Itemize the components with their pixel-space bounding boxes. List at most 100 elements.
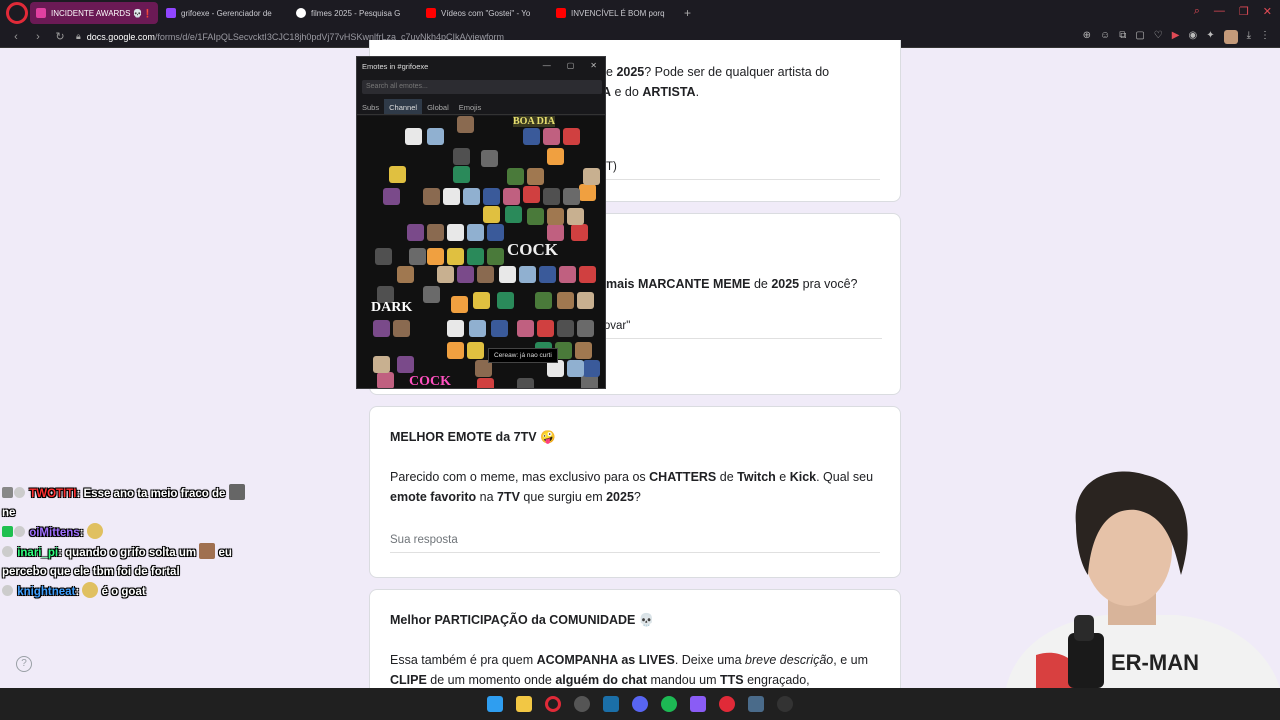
emote-thumbnail[interactable] <box>473 292 490 309</box>
tab-grifoexe[interactable]: grifoexe - Gerenciador de <box>160 2 288 24</box>
obs-icon[interactable] <box>574 696 590 712</box>
emote-thumbnail[interactable] <box>579 184 596 201</box>
emote-thumbnail[interactable] <box>575 342 592 359</box>
maximize-icon[interactable]: ❐ <box>1239 5 1249 18</box>
emote-thumbnail[interactable] <box>537 320 554 337</box>
emote-thumbnail[interactable] <box>523 186 540 203</box>
emote-thumbnail[interactable] <box>579 266 596 283</box>
tab-emojis[interactable]: Emojis <box>454 99 487 114</box>
emote-thumbnail[interactable] <box>497 292 514 309</box>
emote-thumbnail[interactable] <box>491 320 508 337</box>
emote-thumbnail[interactable] <box>507 168 524 185</box>
emote-thumbnail[interactable] <box>373 320 390 337</box>
emote-thumbnail[interactable] <box>583 168 600 185</box>
emote-thumbnail[interactable] <box>397 266 414 283</box>
eye-icon[interactable]: ◉ <box>1188 30 1197 44</box>
emote-thumbnail[interactable] <box>483 188 500 205</box>
emote-thumbnail[interactable] <box>563 188 580 205</box>
emote-thumbnail[interactable] <box>373 356 390 373</box>
emote-thumbnail[interactable] <box>423 286 440 303</box>
emote-thumbnail[interactable] <box>467 224 484 241</box>
emote-thumbnail[interactable] <box>487 248 504 265</box>
tab-filmes-2025[interactable]: filmes 2025 - Pesquisa G <box>290 2 418 24</box>
emote-thumbnail[interactable] <box>517 378 534 388</box>
close-icon[interactable]: ✕ <box>590 61 597 70</box>
spotify-icon[interactable] <box>661 696 677 712</box>
emote-thumbnail[interactable] <box>527 208 544 225</box>
emote-thumbnail[interactable] <box>437 266 454 283</box>
maximize-icon[interactable]: ▢ <box>567 61 575 70</box>
emote-thumbnail[interactable] <box>453 148 470 165</box>
emote-thumbnail[interactable] <box>523 128 540 145</box>
emote-thumbnail[interactable] <box>389 166 406 183</box>
emote-thumbnail[interactable] <box>469 320 486 337</box>
minimize-icon[interactable]: — <box>543 61 551 70</box>
emote-thumbnail[interactable] <box>405 128 422 145</box>
bookmark-icon[interactable]: ▢ <box>1135 30 1144 44</box>
emote-thumbnail[interactable] <box>447 320 464 337</box>
emote-thumbnail[interactable] <box>453 166 470 183</box>
app-icon[interactable] <box>777 696 793 712</box>
emote-thumbnail[interactable] <box>535 292 552 309</box>
emote-thumbnail[interactable] <box>583 360 600 377</box>
emote-thumbnail[interactable] <box>481 150 498 167</box>
record-icon[interactable] <box>719 696 735 712</box>
emote-thumbnail[interactable] <box>467 248 484 265</box>
emote-thumbnail[interactable] <box>451 296 468 313</box>
emote-search-input[interactable]: Search all emotes... <box>362 80 602 94</box>
emote-thumbnail[interactable] <box>427 224 444 241</box>
app-icon[interactable] <box>748 696 764 712</box>
app-icon[interactable] <box>690 696 706 712</box>
emote-thumbnail[interactable] <box>427 248 444 265</box>
search-tabs-icon[interactable]: ⌕ <box>1194 5 1200 18</box>
emote-thumbnail[interactable] <box>505 206 522 223</box>
minimize-icon[interactable]: — <box>1214 5 1225 18</box>
emote-thumbnail[interactable] <box>563 128 580 145</box>
emote-boa-dia[interactable]: BOA DIA <box>513 116 555 127</box>
emote-thumbnail[interactable] <box>539 266 556 283</box>
tab-global[interactable]: Global <box>422 99 454 114</box>
emote-thumbnail[interactable] <box>527 168 544 185</box>
emote-thumbnail[interactable] <box>375 248 392 265</box>
emote-thumbnail[interactable] <box>499 266 516 283</box>
tab-subs[interactable]: Subs <box>357 99 384 114</box>
heart-icon[interactable]: ♡ <box>1154 30 1163 44</box>
menu-icon[interactable]: ⋮ <box>1260 30 1270 44</box>
emote-thumbnail[interactable] <box>557 292 574 309</box>
emote-thumbnail[interactable] <box>577 292 594 309</box>
emote-thumbnail[interactable] <box>547 208 564 225</box>
emote-thumbnail[interactable] <box>457 266 474 283</box>
emote-thumbnail[interactable] <box>447 342 464 359</box>
tab-channel[interactable]: Channel <box>384 99 423 114</box>
emote-thumbnail[interactable] <box>543 128 560 145</box>
opera-logo-icon[interactable] <box>6 2 28 24</box>
emote-thumbnail[interactable] <box>487 224 504 241</box>
emote-thumbnail[interactable] <box>423 188 440 205</box>
emote-thumbnail[interactable] <box>377 372 394 388</box>
new-tab-plus-icon[interactable]: + <box>684 6 691 20</box>
windows-start-icon[interactable] <box>487 696 503 712</box>
emote-dark[interactable]: DARK <box>371 300 412 316</box>
emote-thumbnail[interactable] <box>477 378 494 388</box>
emote-thumbnail[interactable] <box>397 356 414 373</box>
profile-avatar[interactable] <box>1223 30 1238 44</box>
emote-thumbnail[interactable] <box>571 224 588 241</box>
discord-icon[interactable] <box>632 696 648 712</box>
help-icon[interactable]: ? <box>16 656 32 672</box>
emote-thumbnail[interactable] <box>567 208 584 225</box>
forward-arrow-icon[interactable]: › <box>32 31 44 43</box>
file-explorer-icon[interactable] <box>516 696 532 712</box>
tab-videos-gostei[interactable]: Vídeos com "Gostei" - Yo <box>420 2 548 24</box>
emote-thumbnail[interactable] <box>427 128 444 145</box>
emote-thumbnail[interactable] <box>543 188 560 205</box>
emote-thumbnail[interactable] <box>463 188 480 205</box>
extensions-icon[interactable]: ✦ <box>1206 30 1214 44</box>
steam-icon[interactable] <box>603 696 619 712</box>
emote-thumbnail[interactable] <box>559 266 576 283</box>
emote-thumbnail[interactable] <box>577 320 594 337</box>
emote-thumbnail[interactable] <box>447 248 464 265</box>
tab-invencivel[interactable]: INVENCÍVEL É BOM porq <box>550 2 678 24</box>
emote-thumbnail[interactable] <box>547 224 564 241</box>
download-icon[interactable]: ⤓ <box>1247 30 1251 44</box>
back-arrow-icon[interactable]: ‹ <box>10 31 22 43</box>
